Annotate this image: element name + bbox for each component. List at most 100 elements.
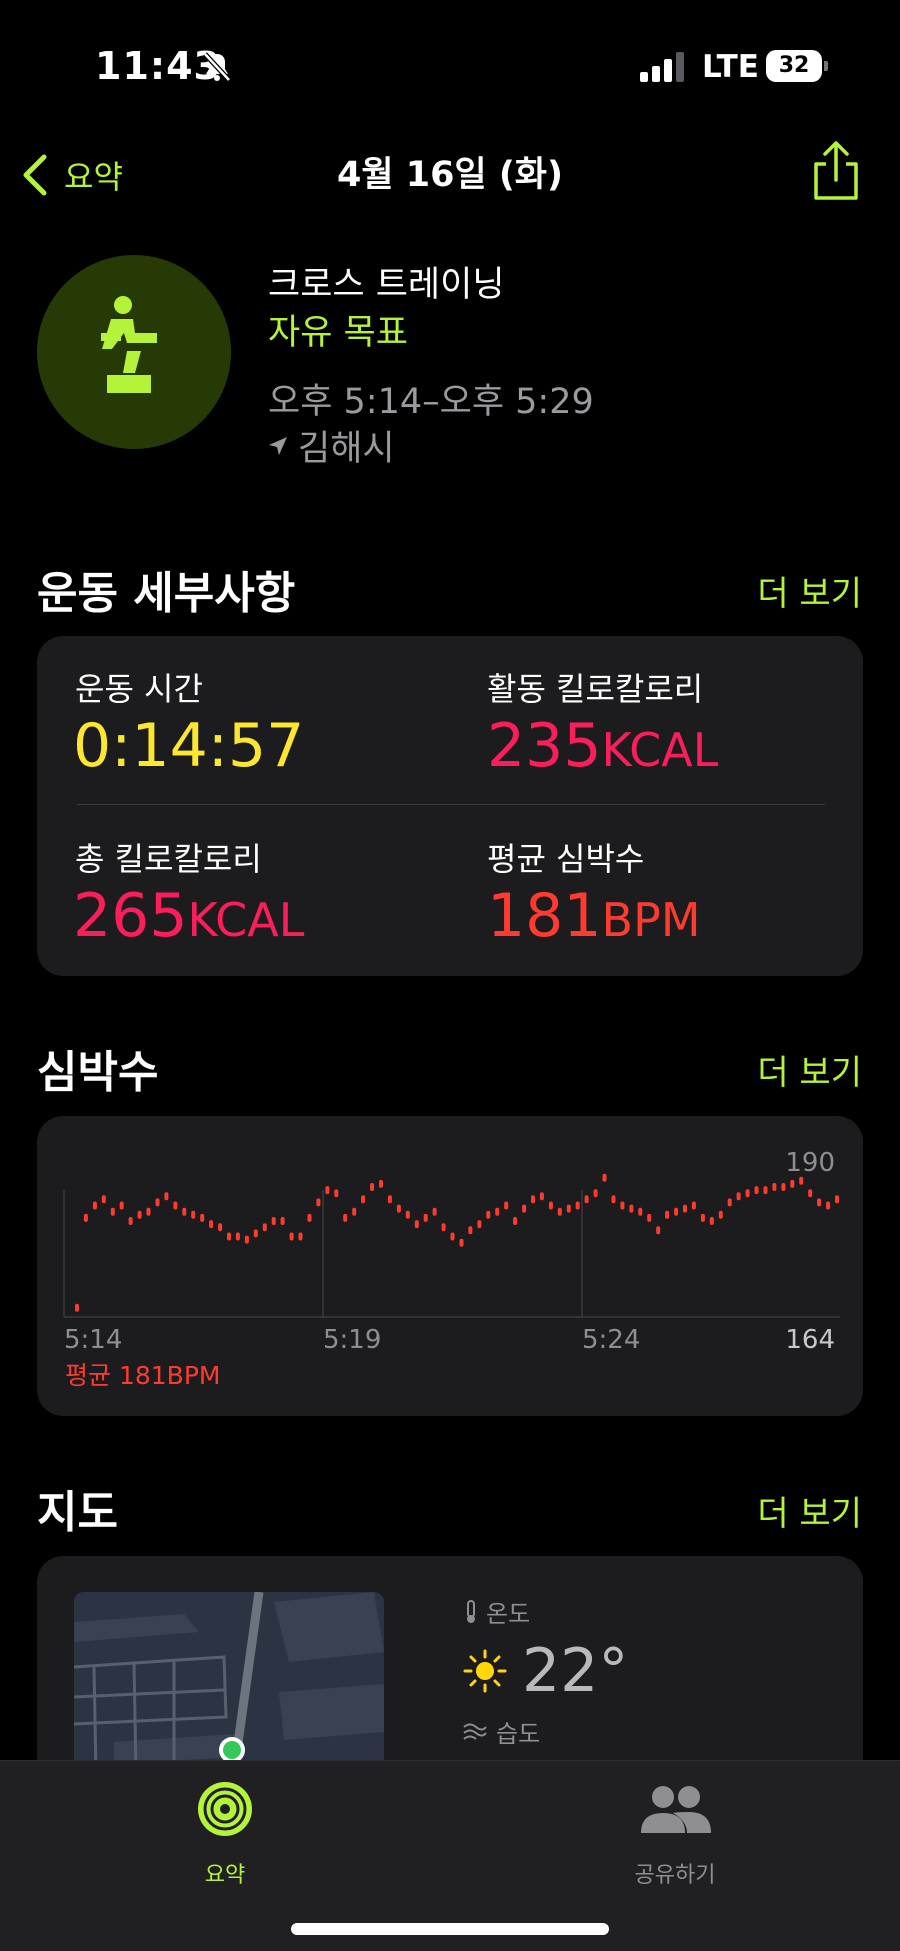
hr-data-point (504, 1201, 509, 1210)
tab-sharing-label: 공유하기 (634, 1863, 716, 1888)
hr-data-point (718, 1210, 723, 1219)
hr-data-point (799, 1176, 804, 1185)
cellular-signal-icon (640, 52, 684, 82)
duration-value: 0:14:57 (73, 711, 305, 781)
hr-data-point (772, 1183, 777, 1191)
heart-more-link[interactable]: 더 보기 (757, 1045, 862, 1094)
hr-data-point (361, 1195, 366, 1204)
avg-hr-value: 181BPM (487, 881, 701, 951)
hr-data-point (575, 1201, 580, 1210)
details-divider (77, 804, 825, 805)
avg-hr-label: 평균 심박수 (487, 840, 645, 878)
hr-data-point (539, 1192, 544, 1201)
hr-data-point (513, 1217, 518, 1225)
hr-data-point (218, 1223, 223, 1232)
hr-data-point (727, 1198, 732, 1207)
hr-data-point (629, 1204, 634, 1213)
hr-data-point (379, 1179, 383, 1188)
heart-rate-card: 190 164 5:14 5:19 5:24 평균 181BPM (37, 1116, 863, 1416)
hr-data-point (656, 1226, 661, 1235)
x-tick-label: 5:19 (323, 1325, 381, 1355)
hr-data-point (495, 1207, 500, 1216)
hr-data-point (405, 1210, 410, 1219)
hr-data-point (459, 1238, 464, 1247)
page-title: 4월 16일 (화) (336, 155, 564, 195)
hr-data-point (155, 1198, 160, 1207)
hr-data-point (486, 1210, 491, 1219)
hr-data-point (584, 1195, 589, 1204)
hr-data-point (164, 1192, 169, 1201)
active-kcal-label: 활동 킬로칼로리 (487, 670, 704, 708)
hr-data-point (128, 1217, 133, 1225)
workout-location: 김해시 (268, 420, 395, 471)
people-icon (641, 1786, 711, 1833)
hr-data-point (75, 1303, 79, 1312)
hr-data-point (200, 1213, 205, 1222)
hr-data-point (280, 1217, 285, 1225)
hr-data-point (146, 1207, 151, 1216)
hr-data-point (101, 1195, 106, 1204)
hr-data-point (387, 1195, 392, 1204)
tab-summary[interactable]: 요약 (125, 1779, 325, 1889)
tab-bar: 요약 공유하기 (0, 1760, 900, 1951)
network-type: LTE (702, 49, 759, 85)
hr-data-point (691, 1201, 696, 1210)
hr-data-point (826, 1201, 831, 1210)
hr-data-point (432, 1207, 437, 1216)
hr-data-point (754, 1186, 759, 1195)
hr-data-point (736, 1192, 741, 1201)
hr-data-point (298, 1232, 303, 1241)
duration-label: 운동 시간 (75, 670, 203, 708)
hr-data-point (557, 1207, 562, 1216)
humidity-icon (463, 1723, 487, 1740)
y-tick-min: 164 (785, 1325, 835, 1355)
hr-data-point (745, 1189, 750, 1198)
temperature-label: 온도 (462, 1594, 530, 1629)
hr-data-point (182, 1207, 187, 1216)
hr-data-point (352, 1207, 357, 1216)
hr-data-point (334, 1189, 339, 1198)
hr-data-point (370, 1183, 375, 1191)
hr-data-point (262, 1223, 267, 1232)
hr-data-point (325, 1186, 330, 1195)
active-kcal-value: 235KCAL (487, 711, 719, 781)
hr-data-point (548, 1201, 553, 1210)
hr-data-point (790, 1179, 795, 1188)
details-section-title: 운동 세부사항 (37, 568, 296, 619)
hr-data-point (781, 1183, 786, 1191)
x-tick-label: 5:24 (582, 1325, 640, 1355)
hr-data-point (119, 1201, 124, 1210)
activity-rings-icon (198, 1782, 252, 1836)
hr-data-point (316, 1198, 321, 1207)
battery-icon: 32 (766, 50, 828, 82)
hr-data-point (83, 1213, 88, 1222)
hr-data-point (674, 1207, 679, 1216)
hr-data-point (647, 1213, 652, 1222)
cross-training-icon (37, 255, 231, 449)
y-tick-max: 190 (785, 1148, 835, 1178)
details-more-link[interactable]: 더 보기 (757, 566, 862, 615)
location-arrow-icon (269, 436, 287, 455)
hr-data-point (700, 1213, 705, 1222)
details-card: 운동 시간 0:14:57 활동 킬로칼로리 235KCAL 총 킬로칼로리 2… (37, 636, 863, 976)
share-icon[interactable] (812, 140, 860, 202)
hr-data-point (423, 1213, 428, 1222)
tab-sharing[interactable]: 공유하기 (575, 1779, 775, 1889)
route-map[interactable] (74, 1592, 384, 1772)
hr-data-point (620, 1201, 625, 1210)
hr-data-point (271, 1217, 276, 1225)
total-kcal-label: 총 킬로칼로리 (75, 840, 262, 878)
hr-data-point (808, 1189, 813, 1198)
hr-data-point (92, 1201, 97, 1210)
workout-name: 크로스 트레이닝 (268, 265, 505, 305)
hr-data-point (414, 1220, 419, 1229)
hr-data-point (244, 1235, 249, 1244)
hr-data-point (307, 1213, 312, 1222)
hr-data-point (441, 1223, 446, 1232)
map-more-link[interactable]: 더 보기 (757, 1486, 862, 1535)
hr-data-point (227, 1232, 231, 1241)
hr-data-point (253, 1229, 258, 1238)
hr-data-point (566, 1204, 571, 1213)
hr-data-point (593, 1189, 598, 1198)
hr-data-point (531, 1195, 535, 1204)
